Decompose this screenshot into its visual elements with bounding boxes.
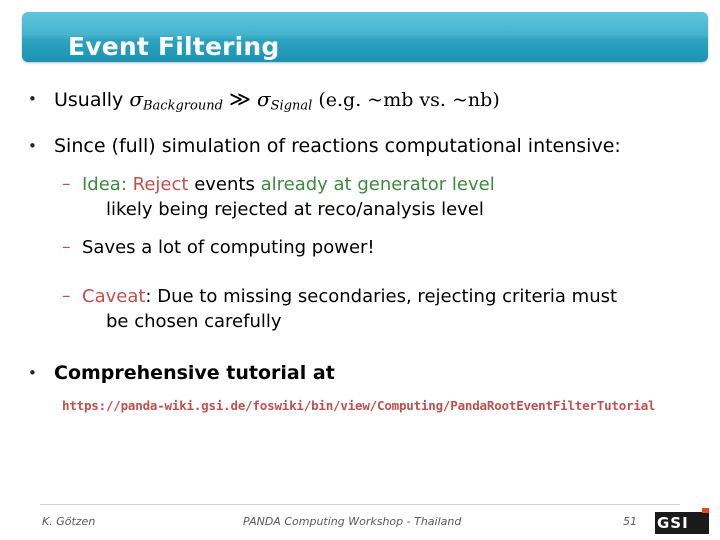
idea-line-1: Idea: Reject events already at generator…: [82, 172, 720, 197]
bullet-marker-dash: –: [62, 286, 71, 307]
logo-accent-dot: [702, 508, 709, 513]
slide-footer: K. Götzen PANDA Computing Workshop - Tha…: [0, 504, 720, 540]
bullet-usually-prefix: Usually: [54, 89, 124, 111]
bullet-text: Comprehensive tutorial at: [54, 362, 335, 385]
bullet-marker: •: [28, 364, 37, 383]
sigma-symbol: σ: [129, 87, 143, 111]
bullet-marker-dash: –: [62, 237, 71, 258]
bullet-text: Saves a lot of computing power!: [82, 237, 375, 259]
caveat-line-2: be chosen carefully: [106, 311, 282, 333]
footer-event-name: PANDA Computing Workshop - Thailand: [243, 515, 462, 528]
idea-label: Idea:: [82, 174, 127, 196]
bullet-usually-suffix: (e.g. ~mb vs. ~nb): [318, 89, 500, 111]
bullet-item-idea: – Idea: Reject events already at generat…: [62, 172, 720, 222]
footer-divider: [40, 504, 680, 505]
bullet-item-saves-power: – Saves a lot of computing power!: [62, 235, 720, 260]
sigma-symbol: σ: [256, 87, 271, 111]
bullet-item-caveat: – Caveat: Due to missing secondaries, re…: [62, 284, 720, 334]
bullet-item-tutorial: • Comprehensive tutorial at: [22, 360, 720, 386]
much-greater-than-symbol: ≫: [228, 87, 251, 111]
sigma-background-subscript: Background: [143, 98, 223, 114]
idea-line-2: likely being rejected at reco/analysis l…: [106, 199, 484, 221]
bullet-marker: •: [28, 137, 37, 156]
sigma-signal-subscript: Signal: [270, 98, 313, 114]
generator-level-phrase: already at generator level: [260, 174, 495, 196]
bullet-marker-dash: –: [62, 174, 71, 195]
bullet-text: Idea: Reject events already at generator…: [82, 172, 720, 222]
footer-page-number: 51: [623, 515, 637, 528]
bullet-marker: •: [28, 90, 37, 108]
slide: Event Filtering • Usually σBackground ≫ …: [0, 0, 720, 540]
sigma-signal: σSignal: [256, 87, 313, 114]
bullet-item-usually: • Usually σBackground ≫ σSignal (e.g. ~m…: [22, 86, 720, 119]
reject-word: Reject: [132, 174, 189, 196]
bullet-text: Usually σBackground ≫ σSignal (e.g. ~mb …: [54, 86, 720, 119]
page-title: Event Filtering: [68, 32, 280, 61]
caveat-text: : Due to missing secondaries, rejecting …: [145, 286, 618, 308]
tutorial-url-link[interactable]: https://panda-wiki.gsi.de/foswiki/bin/vi…: [62, 398, 720, 413]
gsi-logo: GSI: [655, 508, 711, 534]
slide-title-bar: Event Filtering: [22, 12, 708, 62]
caveat-line-1: Caveat: Due to missing secondaries, reje…: [82, 284, 720, 309]
footer-author: K. Götzen: [42, 515, 96, 528]
sigma-background: σBackground: [129, 87, 223, 114]
bullet-item-simulation: • Since (full) simulation of reactions c…: [22, 133, 720, 159]
bullet-text: Since (full) simulation of reactions com…: [54, 135, 621, 158]
slide-content: • Usually σBackground ≫ σSignal (e.g. ~m…: [0, 72, 720, 413]
events-word: events: [194, 174, 255, 196]
bullet-text: Caveat: Due to missing secondaries, reje…: [82, 284, 720, 334]
logo-text: GSI: [657, 514, 689, 532]
caveat-label: Caveat: [82, 286, 146, 308]
